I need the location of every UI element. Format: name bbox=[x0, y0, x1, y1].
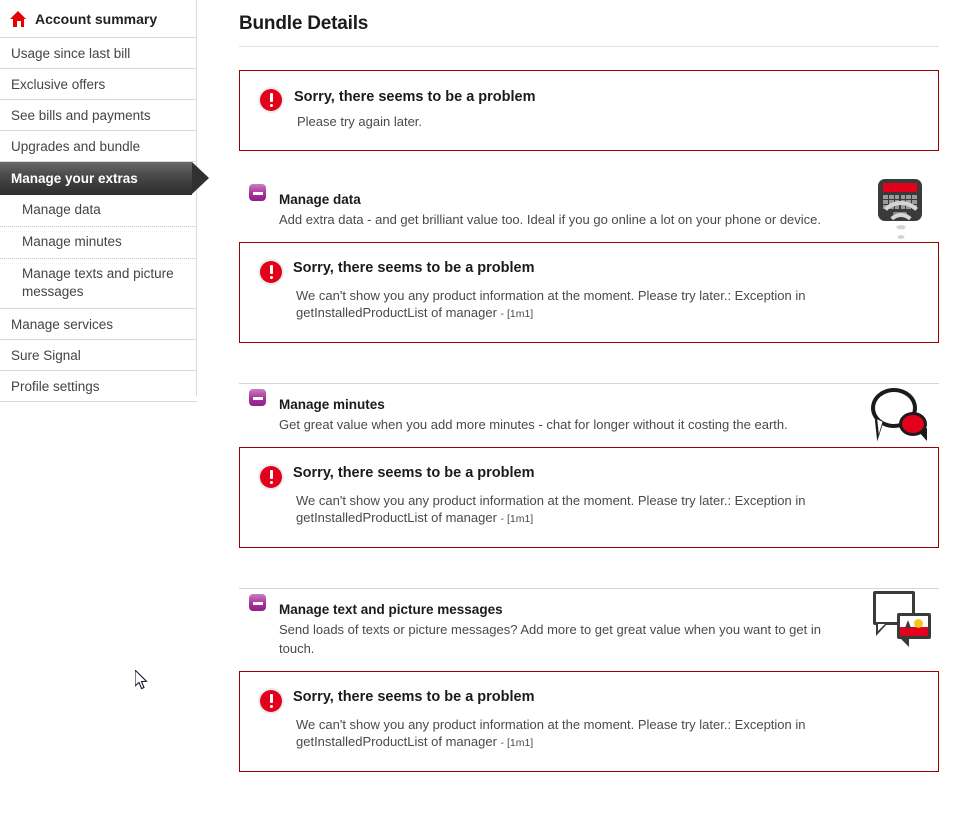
phone-wifi-icon bbox=[869, 179, 933, 243]
section-header[interactable]: Manage data Add extra data - and get bri… bbox=[239, 179, 939, 242]
section-error-banner: Sorry, there seems to be a problem We ca… bbox=[239, 242, 939, 343]
sidebar-nav: Account summary Usage since last bill Ex… bbox=[0, 0, 209, 402]
section-description: Send loads of texts or picture messages?… bbox=[279, 622, 821, 656]
section-error-banner: Sorry, there seems to be a problem We ca… bbox=[239, 447, 939, 548]
error-icon bbox=[258, 464, 284, 490]
section-header[interactable]: Manage text and picture messages Send lo… bbox=[239, 589, 939, 671]
title-divider bbox=[239, 46, 939, 47]
main-content: Bundle Details Sorry, there seems to be … bbox=[239, 0, 939, 772]
sidebar-item-manage-services[interactable]: Manage services bbox=[0, 309, 197, 340]
error-code: - [1m1] bbox=[500, 513, 534, 525]
section-manage-data: Manage data Add extra data - and get bri… bbox=[239, 179, 939, 343]
sidebar-item-see-bills-and-payments[interactable]: See bills and payments bbox=[0, 100, 197, 131]
error-title: Sorry, there seems to be a problem bbox=[294, 89, 536, 105]
sidebar-item-sure-signal[interactable]: Sure Signal bbox=[0, 340, 197, 371]
section-title: Manage text and picture messages bbox=[279, 602, 503, 617]
section-description: Get great value when you add more minute… bbox=[279, 417, 788, 432]
error-title: Sorry, there seems to be a problem bbox=[293, 465, 535, 481]
sidebar-item-account-summary[interactable]: Account summary bbox=[0, 0, 197, 38]
error-message-text: We can't show you any product informatio… bbox=[296, 717, 806, 749]
section-manage-text-and-picture-messages: Manage text and picture messages Send lo… bbox=[239, 589, 939, 772]
error-message: We can't show you any product informatio… bbox=[293, 492, 920, 528]
home-icon bbox=[10, 10, 27, 27]
sidebar-divider bbox=[196, 0, 197, 396]
error-icon bbox=[258, 688, 284, 714]
sidebar-active-label: Manage your extras bbox=[0, 162, 192, 195]
section-error-banner: Sorry, there seems to be a problem We ca… bbox=[239, 671, 939, 772]
picture-message-icon bbox=[869, 589, 933, 653]
sidebar-item-upgrades-and-bundle[interactable]: Upgrades and bundle bbox=[0, 131, 197, 162]
section-title: Manage minutes bbox=[279, 397, 385, 412]
error-code: - [1m1] bbox=[500, 737, 534, 749]
speech-bubbles-icon bbox=[869, 384, 933, 448]
top-error-banner: Sorry, there seems to be a problem Pleas… bbox=[239, 70, 939, 151]
error-message: We can't show you any product informatio… bbox=[293, 287, 920, 323]
sidebar-item-manage-texts-and-picture-messages[interactable]: Manage texts and picture messages bbox=[0, 259, 197, 309]
sidebar-active-arrow-icon bbox=[192, 162, 209, 194]
section-manage-minutes: Manage minutes Get great value when you … bbox=[239, 384, 939, 548]
sidebar-item-exclusive-offers[interactable]: Exclusive offers bbox=[0, 69, 197, 100]
sidebar-item-label: Account summary bbox=[35, 10, 158, 27]
minus-toggle-icon[interactable] bbox=[249, 184, 266, 201]
error-title: Sorry, there seems to be a problem bbox=[293, 689, 535, 705]
section-description: Add extra data - and get brilliant value… bbox=[279, 212, 822, 227]
minus-toggle-icon[interactable] bbox=[249, 389, 266, 406]
error-code: - [1m1] bbox=[500, 308, 534, 320]
minus-toggle-icon[interactable] bbox=[249, 594, 266, 611]
error-title: Sorry, there seems to be a problem bbox=[293, 260, 535, 276]
error-message-text: We can't show you any product informatio… bbox=[296, 493, 806, 525]
sidebar-item-manage-data[interactable]: Manage data bbox=[0, 195, 197, 227]
error-message-text: We can't show you any product informatio… bbox=[296, 288, 806, 320]
page-title: Bundle Details bbox=[239, 13, 369, 34]
section-title: Manage data bbox=[279, 192, 361, 207]
page-root: Account summary Usage since last bill Ex… bbox=[0, 0, 960, 819]
error-message: Please try again later. bbox=[297, 114, 423, 129]
error-icon bbox=[258, 259, 284, 285]
error-message: We can't show you any product informatio… bbox=[293, 716, 920, 752]
sidebar-item-profile-settings[interactable]: Profile settings bbox=[0, 371, 197, 402]
sidebar-item-usage-since-last-bill[interactable]: Usage since last bill bbox=[0, 38, 197, 69]
section-header[interactable]: Manage minutes Get great value when you … bbox=[239, 384, 939, 447]
mouse-cursor bbox=[135, 670, 148, 690]
sidebar-item-manage-your-extras[interactable]: Manage your extras bbox=[0, 162, 209, 195]
error-icon bbox=[258, 87, 284, 113]
sidebar-item-manage-minutes[interactable]: Manage minutes bbox=[0, 227, 197, 259]
